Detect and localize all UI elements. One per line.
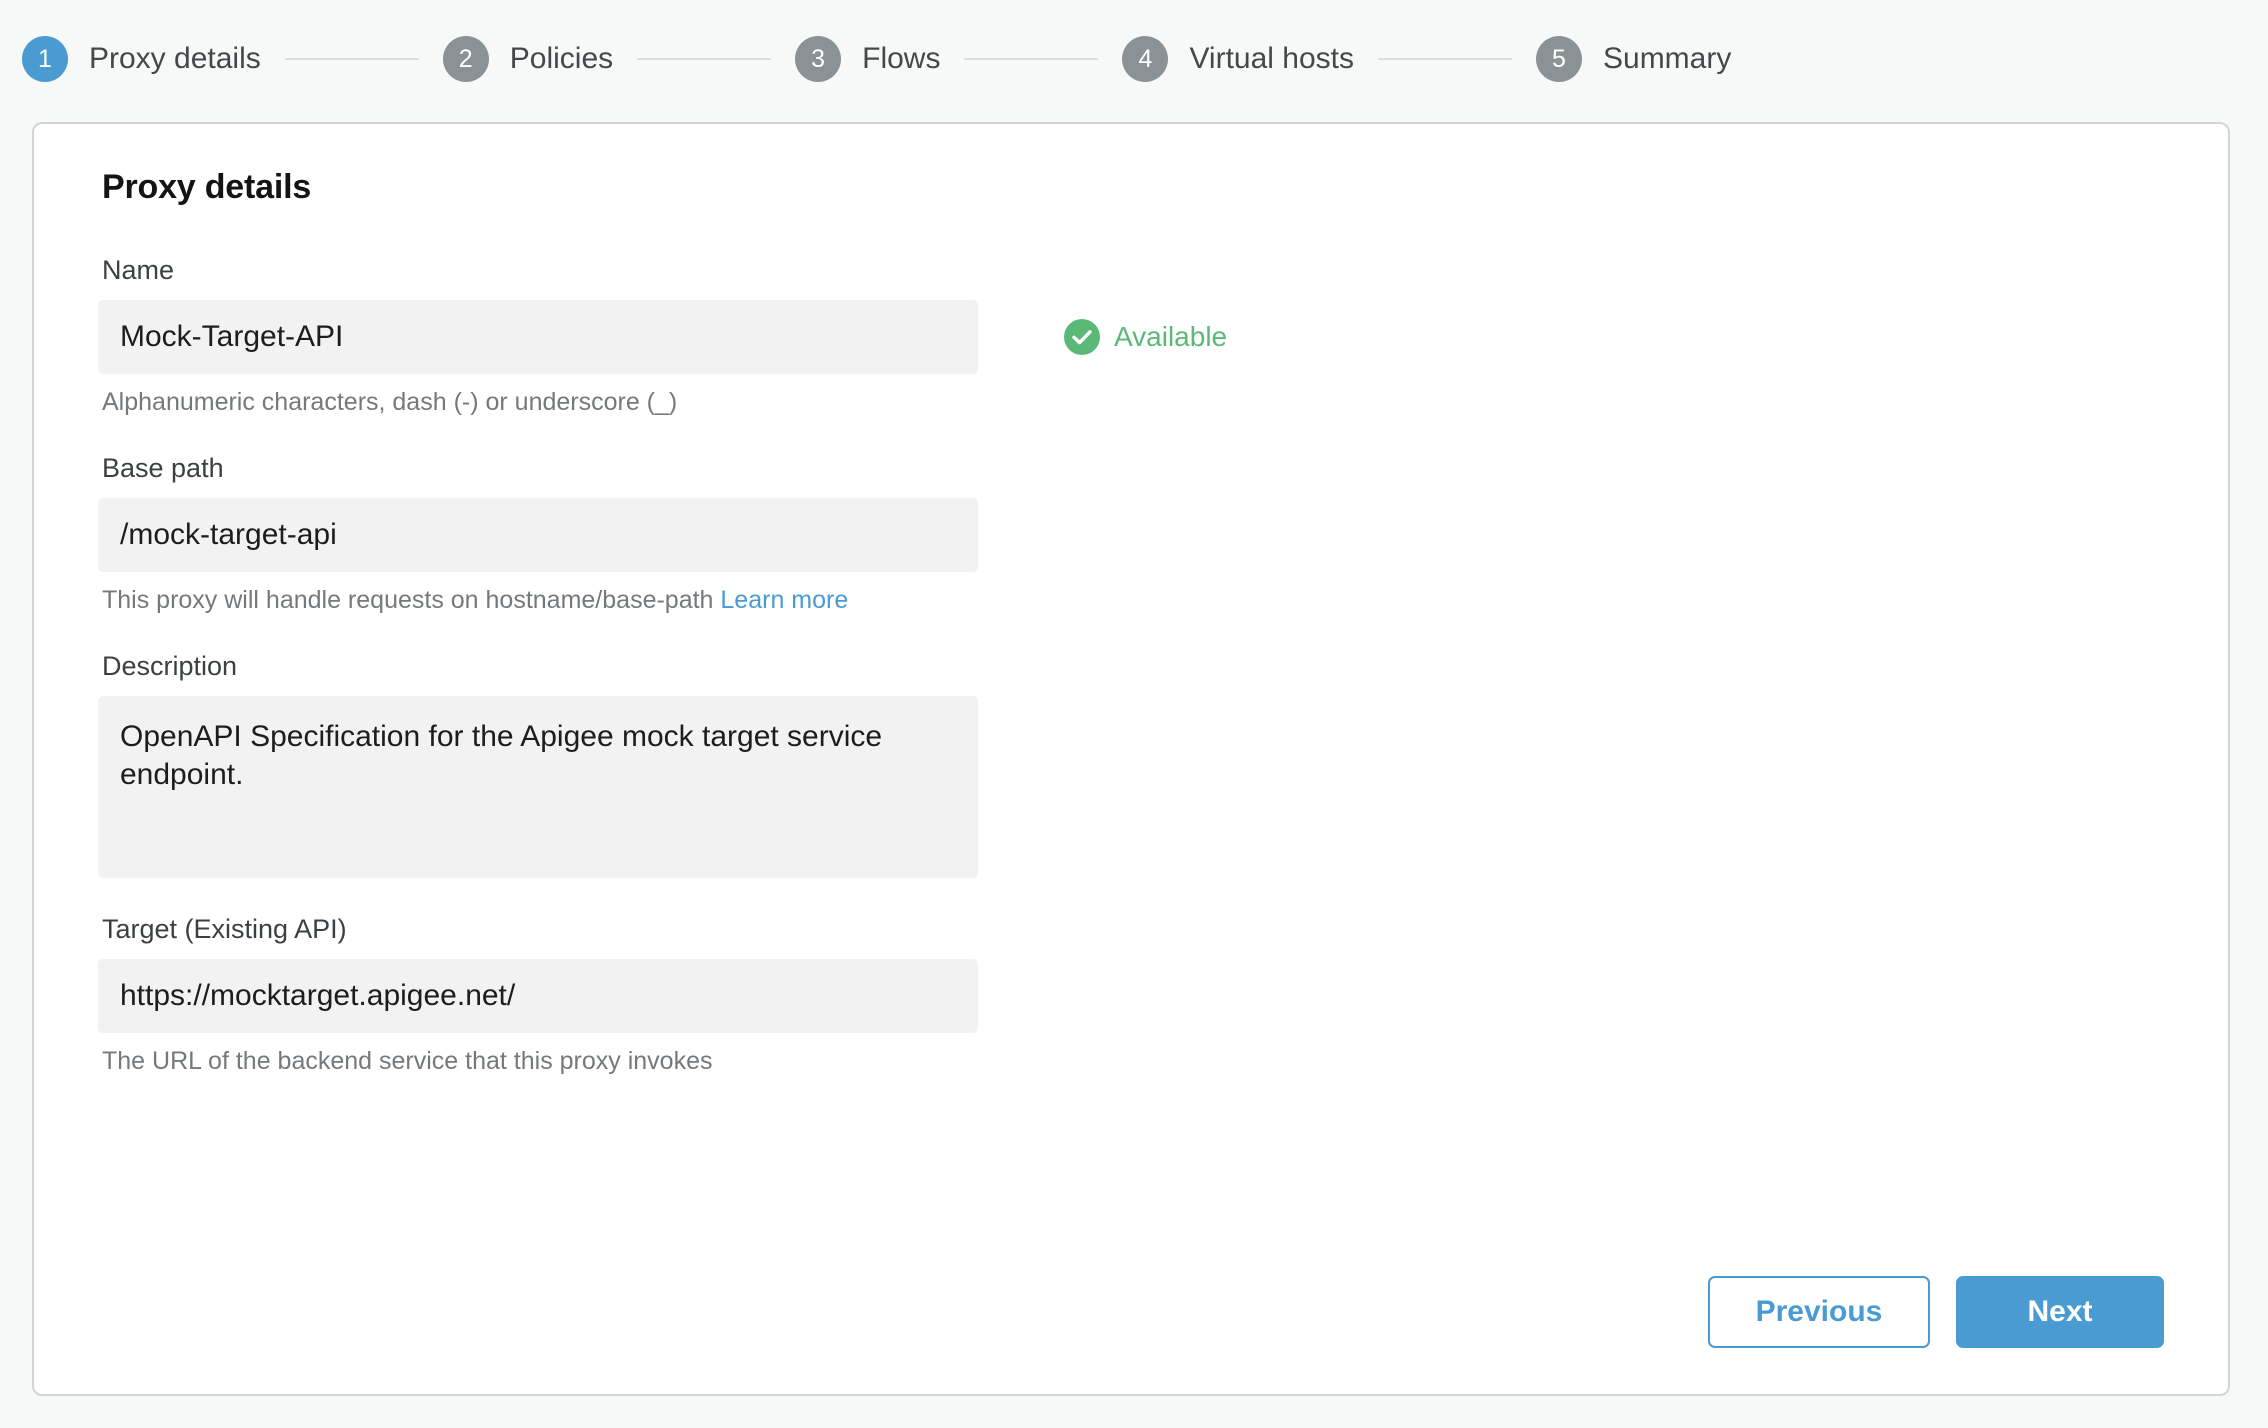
target-helper-text: The URL of the backend service that this… xyxy=(102,1047,713,1075)
step-number-badge: 5 xyxy=(1536,36,1582,82)
target-input[interactable]: https://mocktarget.apigee.net/ xyxy=(98,959,978,1033)
step-number-badge: 3 xyxy=(795,36,842,82)
step-number-badge: 4 xyxy=(1122,36,1169,82)
learn-more-link[interactable]: Learn more xyxy=(720,586,848,614)
step-connector xyxy=(284,58,419,60)
step-flows[interactable]: 3 Flows xyxy=(795,36,940,82)
step-label: Summary xyxy=(1603,42,1732,75)
base-path-input[interactable]: /mock-target-api xyxy=(98,498,978,572)
name-label: Name xyxy=(102,255,175,285)
proxy-details-card: Proxy details Name Mock-Target-API Avail… xyxy=(32,122,2230,1396)
field-description: Description OpenAPI Specification for th… xyxy=(98,651,2164,878)
step-label: Policies xyxy=(509,42,614,75)
step-summary[interactable]: 5 Summary xyxy=(1536,36,1731,82)
field-base-path: Base path /mock-target-api This proxy wi… xyxy=(98,453,2164,615)
step-policies[interactable]: 2 Policies xyxy=(442,36,614,82)
wizard-stepper: 1 Proxy details 2 Policies 3 Flows 4 Vir… xyxy=(0,0,2268,118)
check-circle-icon xyxy=(1064,319,1100,355)
previous-button[interactable]: Previous xyxy=(1708,1276,1930,1348)
name-helper-text: Alphanumeric characters, dash (-) or und… xyxy=(102,388,678,416)
target-label: Target (Existing API) xyxy=(102,914,347,944)
availability-text: Available xyxy=(1114,321,1228,352)
step-label: Virtual hosts xyxy=(1189,42,1354,75)
base-path-label: Base path xyxy=(102,453,224,483)
name-availability-status: Available xyxy=(1064,319,1227,355)
step-proxy-details[interactable]: 1 Proxy details xyxy=(22,36,261,82)
step-connector xyxy=(637,58,772,60)
description-label: Description xyxy=(102,651,238,681)
field-name: Name Mock-Target-API Available Alphanume… xyxy=(98,255,2164,417)
name-input[interactable]: Mock-Target-API xyxy=(98,300,978,374)
base-path-helper-label: This proxy will handle requests on hostn… xyxy=(102,586,714,614)
field-target: Target (Existing API) https://mocktarget… xyxy=(98,914,2164,1076)
page-title: Proxy details xyxy=(102,168,312,206)
step-label: Proxy details xyxy=(89,42,261,75)
step-connector xyxy=(964,58,1099,60)
step-virtual-hosts[interactable]: 4 Virtual hosts xyxy=(1122,36,1354,82)
base-path-helper-text: This proxy will handle requests on hostn… xyxy=(102,586,2164,615)
wizard-footer: Previous Next xyxy=(1708,1276,2164,1348)
next-button[interactable]: Next xyxy=(1956,1276,2164,1348)
step-number-badge: 2 xyxy=(442,36,489,82)
step-number-badge: 1 xyxy=(22,36,68,82)
step-label: Flows xyxy=(862,42,941,75)
step-connector xyxy=(1378,58,1512,60)
description-textarea[interactable]: OpenAPI Specification for the Apigee moc… xyxy=(98,696,978,878)
